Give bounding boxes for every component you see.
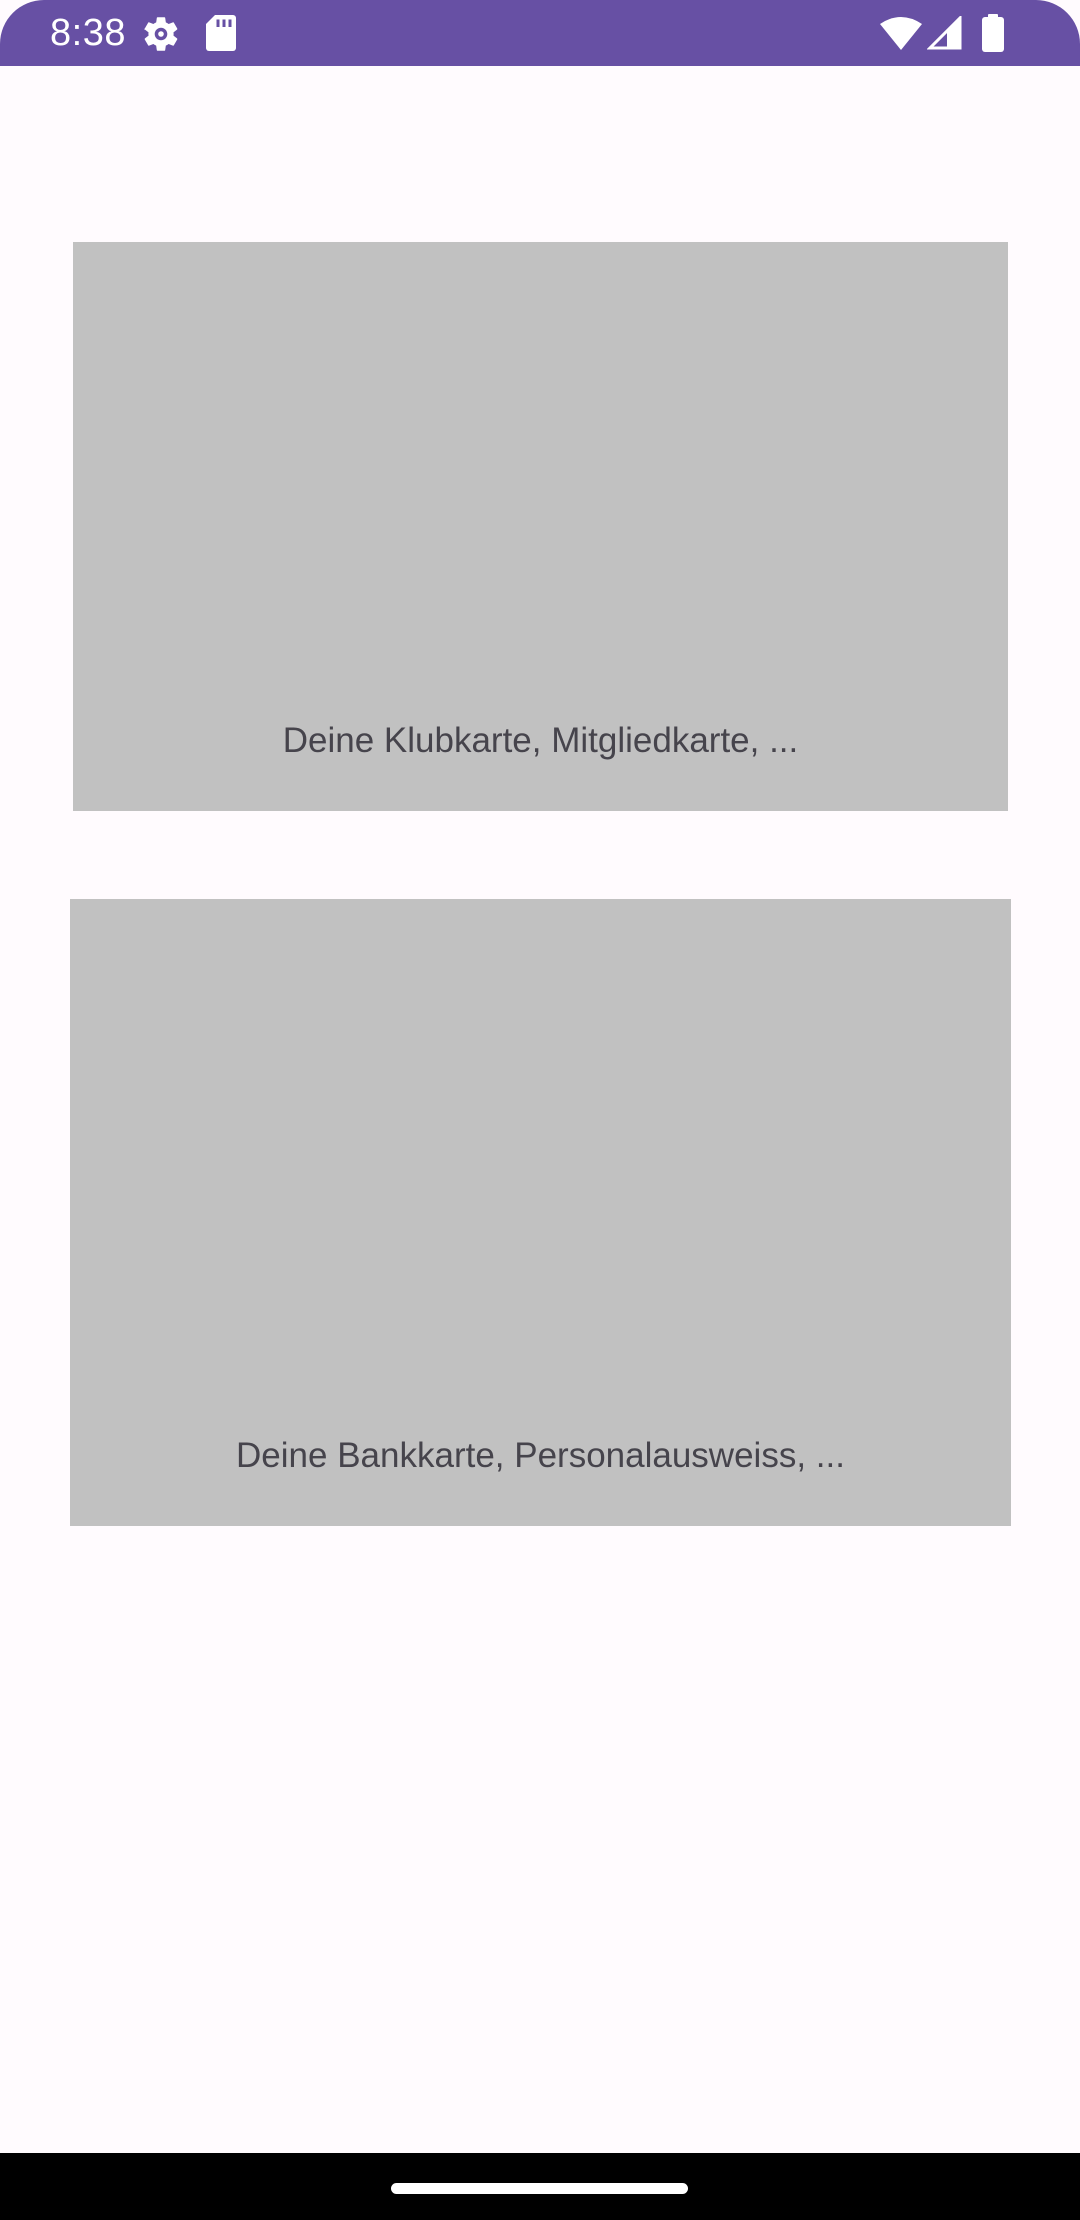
signal-icon [927, 16, 962, 50]
status-time: 8:38 [50, 12, 126, 54]
club-card-panel[interactable]: Deine Klubkarte, Mitgliedkarte, ... [73, 242, 1008, 811]
wifi-icon [880, 17, 922, 50]
settings-gear-icon [144, 17, 178, 51]
sd-card-icon [206, 15, 236, 51]
navigation-bar [0, 2153, 1080, 2220]
battery-icon [982, 14, 1004, 52]
club-card-label: Deine Klubkarte, Mitgliedkarte, ... [282, 721, 799, 760]
home-gesture-handle[interactable] [391, 2183, 688, 2194]
bank-card-label: Deine Bankkarte, Personalausweiss, ... [236, 1436, 845, 1475]
bank-card-panel[interactable]: Deine Bankkarte, Personalausweiss, ... [70, 899, 1011, 1526]
status-bar: 8:38 [0, 0, 1080, 66]
